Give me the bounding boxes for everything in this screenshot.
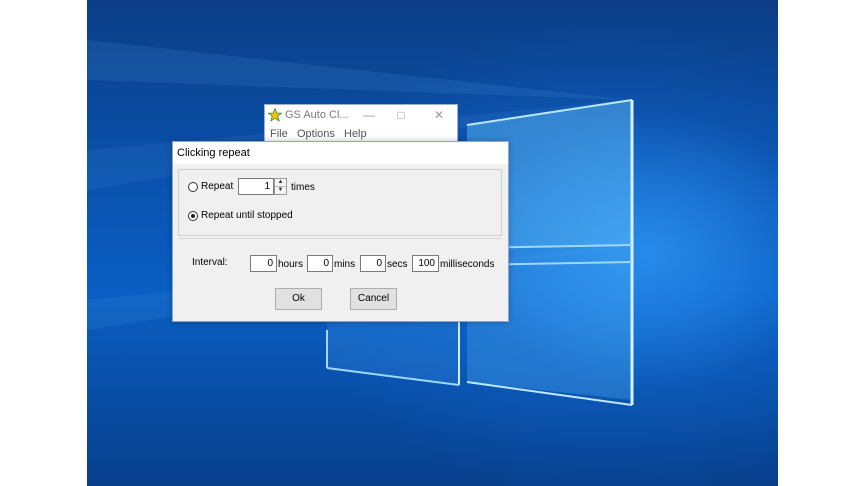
spin-up-icon[interactable]: ▲ <box>275 179 286 187</box>
spin-down-icon[interactable]: ▼ <box>275 187 286 194</box>
app-titlebar[interactable]: GS Auto Cl... — □ ✕ <box>265 105 457 127</box>
repeat-until-stopped-label: Repeat until stopped <box>201 210 293 221</box>
star-icon <box>268 108 282 122</box>
menu-help[interactable]: Help <box>344 128 367 140</box>
milliseconds-label: milliseconds <box>440 259 495 270</box>
mins-input[interactable]: 0 <box>307 255 333 272</box>
dialog-titlebar[interactable]: Clicking repeat <box>173 142 508 164</box>
clicking-repeat-dialog: Clicking repeat Repeat 1 ▲ ▼ times Repea… <box>172 141 509 322</box>
repeat-count-input[interactable]: 1 <box>238 178 274 195</box>
repeat-radio[interactable] <box>188 182 198 192</box>
times-label: times <box>291 182 315 193</box>
interval-label: Interval: <box>192 257 228 268</box>
minimize-button[interactable]: — <box>357 106 381 124</box>
cancel-button[interactable]: Cancel <box>350 288 397 310</box>
repeat-count-stepper[interactable]: ▲ ▼ <box>274 178 287 195</box>
secs-label: secs <box>387 259 408 270</box>
hours-input[interactable]: 0 <box>250 255 277 272</box>
mins-label: mins <box>334 259 356 270</box>
ok-button[interactable]: Ok <box>275 288 322 310</box>
app-title: GS Auto Cl... <box>285 109 349 121</box>
dialog-title: Clicking repeat <box>177 147 250 159</box>
repeat-until-stopped-radio[interactable] <box>188 211 198 221</box>
close-button[interactable]: ✕ <box>427 106 451 124</box>
app-window: GS Auto Cl... — □ ✕ File Options Help <box>264 104 458 144</box>
menu-options[interactable]: Options <box>297 128 335 140</box>
secs-input[interactable]: 0 <box>360 255 386 272</box>
divider <box>178 238 502 239</box>
milliseconds-input[interactable]: 100 <box>412 255 439 272</box>
menu-file[interactable]: File <box>270 128 288 140</box>
repeat-options-group <box>178 169 502 236</box>
repeat-label: Repeat <box>201 181 234 192</box>
maximize-button[interactable]: □ <box>389 106 413 124</box>
hours-label: hours <box>278 259 304 270</box>
